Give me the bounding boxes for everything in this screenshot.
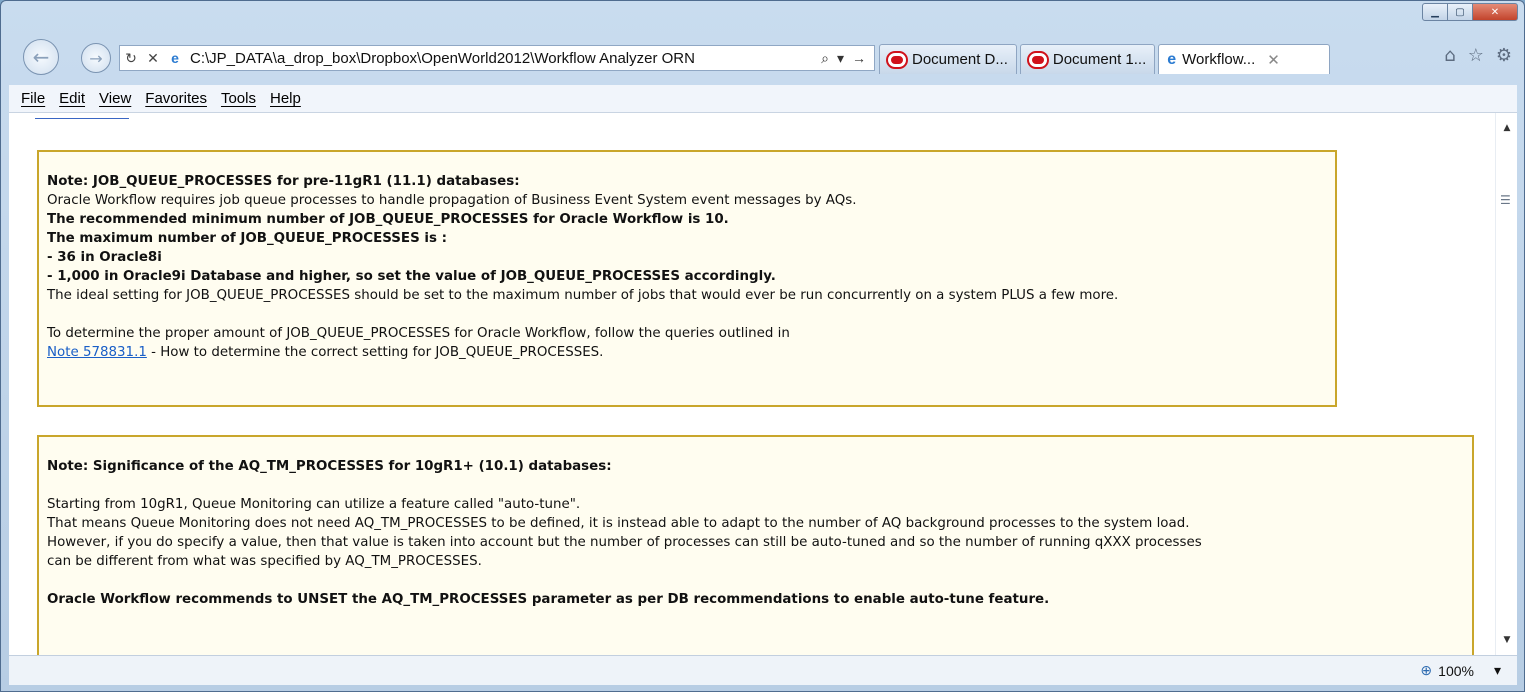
status-bar: ⊕ 100% ▾ [9,655,1517,685]
favorites-star-icon[interactable]: ☆ [1468,45,1484,66]
tab-workflow[interactable]: e Workflow... ✕ [1158,44,1331,74]
menu-file[interactable]: File [21,90,45,107]
vertical-scrollbar[interactable]: ▲ ☰ ▼ [1495,113,1517,655]
note-text: - 1,000 in Oracle9i Database and higher,… [47,269,776,284]
forward-button[interactable]: → [81,43,111,73]
note-text: Oracle Workflow requires job queue proce… [47,193,857,208]
ie-icon: e [1167,50,1177,68]
gear-icon[interactable]: ⚙ [1496,45,1512,66]
minimize-button[interactable]: ▁ [1422,3,1448,21]
scroll-up-arrow-icon[interactable]: ▲ [1496,119,1517,137]
back-arrow-icon: ← [32,45,50,69]
tab-document-1[interactable]: Document D... [879,44,1017,74]
zoom-dropdown-icon[interactable]: ▾ [1494,662,1501,679]
go-arrow-icon[interactable]: → [852,50,866,67]
close-button[interactable]: ✕ [1472,3,1518,21]
tab-document-2[interactable]: Document 1... [1019,44,1156,74]
tab-label: Document 1... [1052,51,1147,68]
note-title: Note: Significance of the AQ_TM_PROCESSE… [47,459,612,474]
browser-window: ▁ ▢ ✕ ← → ↻ ✕ e C:\JP_DATA\a_drop_box\Dr… [0,0,1525,692]
tab-label: Document D... [912,51,1008,68]
note-text: However, if you do specify a value, then… [47,535,1202,550]
note-578831-link[interactable]: Note 578831.1 [47,345,147,360]
search-icon[interactable]: ⌕ [821,50,829,67]
tab-strip: Document D... Document 1... e Workflow..… [879,44,1331,74]
close-tab-icon[interactable]: ✕ [1267,51,1280,69]
browser-toolbar-right: ⌂ ☆ ⚙ [1444,45,1512,66]
scroll-down-arrow-icon[interactable]: ▼ [1496,631,1517,649]
refresh-icon[interactable]: ↻ [120,50,142,67]
navigation-bar: ← → ↻ ✕ e C:\JP_DATA\a_drop_box\Dropbox\… [1,27,1524,85]
note-text: Oracle Workflow recommends to UNSET the … [47,592,1050,607]
zoom-level: 100% [1438,662,1474,679]
note-text: The ideal setting for JOB_QUEUE_PROCESSE… [47,288,1119,303]
oracle-icon [1026,50,1049,69]
home-icon[interactable]: ⌂ [1444,45,1455,66]
menu-help[interactable]: Help [270,90,301,107]
note-title: Note: JOB_QUEUE_PROCESSES for pre-11gR1 … [47,174,520,189]
menu-favorites[interactable]: Favorites [145,90,207,107]
stop-icon[interactable]: ✕ [142,50,164,67]
oracle-icon [886,50,908,69]
dropdown-icon[interactable]: ▾ [837,50,844,67]
link-description: - How to determine the correct setting f… [146,345,604,360]
note-aq-tm-processes: Note: Significance of the AQ_TM_PROCESSE… [37,435,1474,655]
note-text: - 36 in Oracle8i [47,250,162,265]
menu-edit[interactable]: Edit [59,90,85,107]
zoom-control[interactable]: ⊕ 100% ▾ [1420,662,1501,679]
note-text: That means Queue Monitoring does not nee… [47,516,1190,531]
menu-view[interactable]: View [99,90,131,107]
note-text: To determine the proper amount of JOB_QU… [47,326,790,341]
note-text: Starting from 10gR1, Queue Monitoring ca… [47,497,581,512]
address-bar[interactable]: ↻ ✕ e C:\JP_DATA\a_drop_box\Dropbox\Open… [119,45,875,71]
ie-page-icon: e [171,50,179,66]
back-button[interactable]: ← [23,39,59,75]
menu-tools[interactable]: Tools [221,90,256,107]
note-job-queue-processes: Note: JOB_QUEUE_PROCESSES for pre-11gR1 … [37,150,1337,407]
note-text: The maximum number of JOB_QUEUE_PROCESSE… [47,231,447,246]
tab-label: Workflow... [1182,51,1256,68]
page-content: Note: JOB_QUEUE_PROCESSES for pre-11gR1 … [9,113,1517,655]
zoom-magnifier-icon: ⊕ [1420,662,1433,678]
note-text: can be different from what was specified… [47,554,482,569]
menu-bar: File Edit View Favorites Tools Help [9,85,1517,113]
note-text: The recommended minimum number of JOB_QU… [47,212,729,227]
scroll-grip-icon[interactable]: ☰ [1500,191,1511,210]
window-controls: ▁ ▢ ✕ [1422,3,1518,21]
forward-arrow-icon: → [89,48,103,68]
partial-link[interactable] [35,113,129,119]
maximize-button[interactable]: ▢ [1447,3,1473,21]
address-url[interactable]: C:\JP_DATA\a_drop_box\Dropbox\OpenWorld2… [190,50,813,67]
